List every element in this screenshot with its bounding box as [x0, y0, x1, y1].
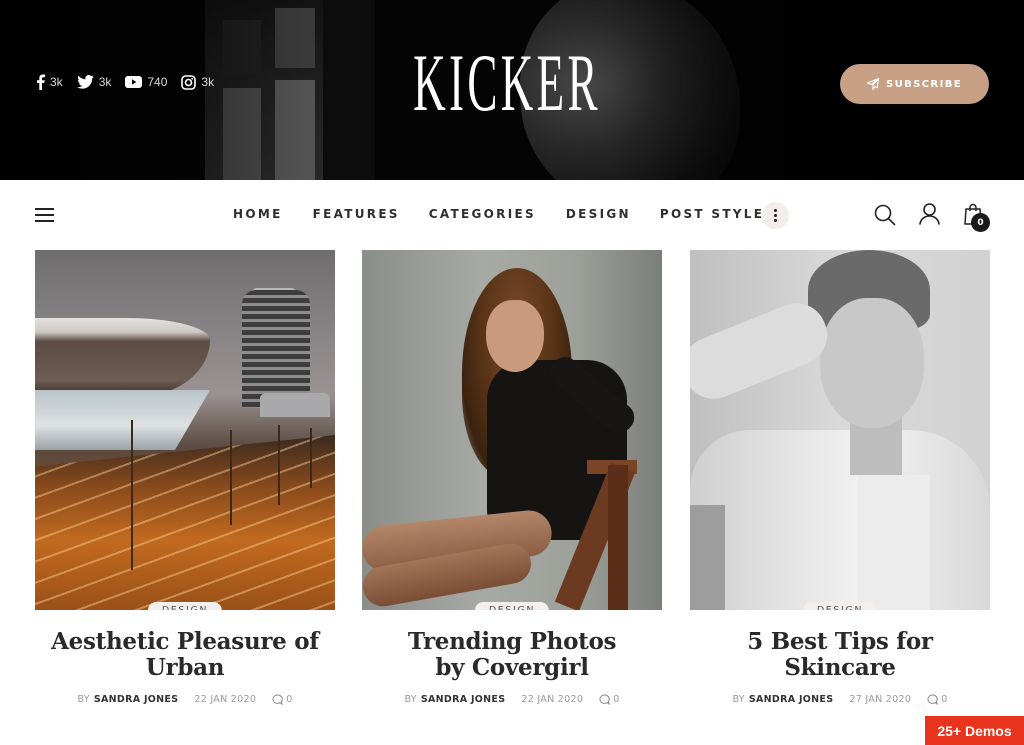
category-badge[interactable]: DESIGN — [147, 602, 223, 610]
site-logo[interactable]: KICKER — [413, 40, 597, 126]
post-card: DESIGN Aesthetic Pleasure of Urban BY SA… — [35, 250, 335, 705]
more-menu-button[interactable] — [762, 202, 789, 229]
category-badge[interactable]: DESIGN — [802, 602, 878, 610]
post-meta: BY SANDRA JONES 22 JAN 2020 0 — [362, 694, 662, 705]
post-thumbnail-city[interactable]: DESIGN — [35, 250, 335, 610]
post-date: 22 JAN 2020 — [521, 694, 584, 705]
post-comments[interactable]: 0 — [599, 694, 619, 705]
post-author[interactable]: SANDRA JONES — [421, 694, 506, 705]
post-thumbnail-model[interactable]: DESIGN — [362, 250, 662, 610]
facebook-count: 3k — [50, 75, 63, 89]
comment-icon — [272, 694, 283, 705]
post-title[interactable]: Aesthetic Pleasure of Urban — [35, 629, 335, 681]
post-author[interactable]: SANDRA JONES — [94, 694, 179, 705]
post-meta: BY SANDRA JONES 22 JAN 2020 0 — [35, 694, 335, 705]
subscribe-label: SUBSCRIBE — [886, 78, 962, 90]
hero-header: 3k 3k 740 3k KICKER SUBSCRIBE — [0, 0, 1024, 180]
subscribe-button[interactable]: SUBSCRIBE — [840, 64, 989, 104]
category-badge[interactable]: DESIGN — [474, 602, 550, 610]
comment-count: 0 — [286, 694, 293, 705]
cart-count-badge: 0 — [971, 213, 990, 232]
instagram-count: 3k — [201, 75, 215, 89]
hamburger-menu-icon[interactable] — [35, 208, 54, 222]
youtube-icon — [125, 76, 143, 88]
nav-item-design[interactable]: DESIGN — [566, 207, 631, 221]
post-card: DESIGN Trending Photos by Covergirl BY S… — [362, 250, 662, 705]
social-youtube[interactable]: 740 — [125, 75, 167, 89]
comment-count: 0 — [941, 694, 948, 705]
comment-count: 0 — [613, 694, 620, 705]
twitter-count: 3k — [98, 75, 112, 89]
nav-item-post-styles[interactable]: POST STYLES — [660, 207, 775, 221]
post-title[interactable]: 5 Best Tips for Skincare — [690, 629, 990, 681]
search-button[interactable] — [874, 204, 896, 231]
post-title[interactable]: Trending Photos by Covergirl — [362, 629, 662, 681]
twitter-icon — [76, 75, 94, 89]
nav-item-categories[interactable]: CATEGORIES — [429, 207, 536, 221]
nav-item-home[interactable]: HOME — [233, 207, 283, 221]
post-comments[interactable]: 0 — [272, 694, 292, 705]
nav-item-features[interactable]: FEATURES — [313, 207, 400, 221]
search-icon — [874, 204, 896, 226]
post-meta: BY SANDRA JONES 27 JAN 2020 0 — [690, 694, 990, 705]
post-card: DESIGN 5 Best Tips for Skincare BY SANDR… — [690, 250, 990, 705]
by-label: BY — [404, 694, 417, 705]
vertical-dots-icon — [774, 209, 777, 212]
post-author[interactable]: SANDRA JONES — [749, 694, 834, 705]
facebook-icon — [37, 74, 45, 90]
instagram-icon — [181, 74, 197, 90]
post-comments[interactable]: 0 — [927, 694, 947, 705]
by-label: BY — [77, 694, 90, 705]
comment-icon — [599, 694, 610, 705]
social-instagram[interactable]: 3k — [181, 74, 215, 90]
youtube-count: 740 — [147, 75, 168, 89]
nav-menu: HOME FEATURES CATEGORIES DESIGN POST STY… — [233, 207, 775, 221]
demos-button[interactable]: 25+ Demos — [925, 716, 1024, 745]
social-facebook[interactable]: 3k — [36, 74, 63, 90]
social-links: 3k 3k 740 3k — [36, 74, 214, 90]
account-button[interactable] — [919, 203, 940, 230]
paper-plane-icon — [867, 78, 880, 90]
user-icon — [919, 203, 940, 225]
social-twitter[interactable]: 3k — [76, 75, 112, 89]
post-date: 27 JAN 2020 — [849, 694, 912, 705]
main-navigation: HOME FEATURES CATEGORIES DESIGN POST STY… — [0, 180, 1024, 250]
comment-icon — [927, 694, 938, 705]
post-date: 22 JAN 2020 — [194, 694, 257, 705]
by-label: BY — [732, 694, 745, 705]
post-thumbnail-portrait[interactable]: DESIGN — [690, 250, 990, 610]
